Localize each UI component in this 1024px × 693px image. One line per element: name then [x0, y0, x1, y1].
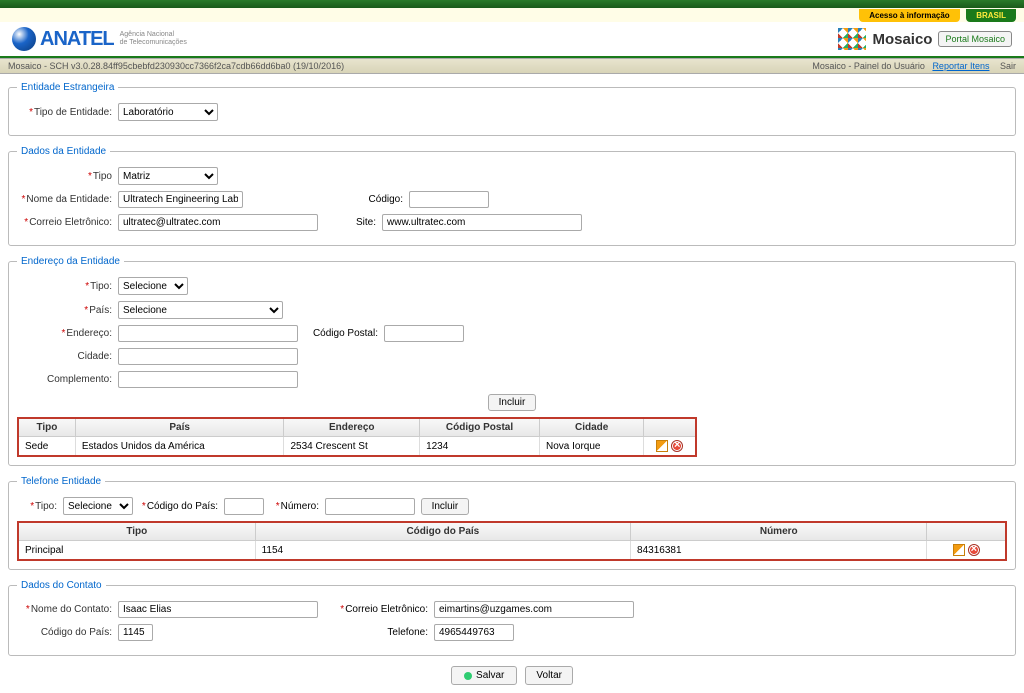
- incluir-endereco-button[interactable]: Incluir: [488, 394, 537, 411]
- save-icon: [464, 672, 472, 680]
- legend-contato: Dados do Contato: [17, 580, 106, 591]
- th-tel-actions: [927, 522, 1006, 541]
- th-actions: [644, 418, 696, 437]
- version-string: Mosaico - SCH v3.0.28.84ff95cbebfd230930…: [8, 61, 344, 71]
- label-end-pais: País:: [17, 305, 112, 316]
- label-telefone-contato: Telefone:: [328, 627, 428, 638]
- th-tel-tipo: Tipo: [18, 522, 255, 541]
- fieldset-dados-entidade: Dados da Entidade Tipo Matriz Nome da En…: [8, 146, 1016, 246]
- input-complemento[interactable]: [118, 371, 298, 388]
- th-pais: País: [75, 418, 284, 437]
- label-nome-contato: Nome do Contato:: [17, 604, 112, 615]
- sair-link[interactable]: Sair: [1000, 61, 1016, 71]
- legend-dados-entidade: Dados da Entidade: [17, 146, 110, 157]
- label-tel-numero: Número:: [264, 501, 319, 512]
- input-correio[interactable]: [118, 214, 318, 231]
- brasil-link[interactable]: BRASIL: [966, 9, 1016, 22]
- table-telefones: Tipo Código do País Número Principal 115…: [17, 521, 1007, 561]
- version-bar: Mosaico - SCH v3.0.28.84ff95cbebfd230930…: [0, 58, 1024, 74]
- fieldset-contato: Dados do Contato Nome do Contato: Correi…: [8, 580, 1016, 656]
- table-row: Sede Estados Unidos da América 2534 Cres…: [18, 437, 696, 457]
- input-end-endereco[interactable]: [118, 325, 298, 342]
- label-cidade: Cidade:: [17, 351, 112, 362]
- label-end-tipo: Tipo:: [17, 281, 112, 292]
- input-telefone-contato[interactable]: [434, 624, 514, 641]
- edit-icon[interactable]: [953, 544, 965, 556]
- incluir-telefone-button[interactable]: Incluir: [421, 498, 470, 515]
- acesso-info-link[interactable]: Acesso à informação: [859, 9, 959, 22]
- input-site[interactable]: [382, 214, 582, 231]
- th-tel-cod: Código do País: [255, 522, 630, 541]
- label-nome-entidade: Nome da Entidade:: [17, 194, 112, 205]
- input-tel-numero[interactable]: [325, 498, 415, 515]
- legend-endereco: Endereço da Entidade: [17, 256, 124, 267]
- report-link[interactable]: Reportar Itens: [932, 61, 989, 71]
- input-codpais-contato[interactable]: [118, 624, 153, 641]
- input-tel-codpais[interactable]: [224, 498, 264, 515]
- table-row: Principal 1154 84316381: [18, 541, 1006, 561]
- input-cidade[interactable]: [118, 348, 298, 365]
- label-codpais-contato: Código do País:: [17, 627, 112, 638]
- table-enderecos: Tipo País Endereço Código Postal Cidade …: [17, 417, 697, 457]
- th-tel-num: Número: [631, 522, 927, 541]
- label-tipo: Tipo: [17, 171, 112, 182]
- th-tipo: Tipo: [18, 418, 75, 437]
- portal-mosaico-button[interactable]: Portal Mosaico: [938, 31, 1012, 47]
- salvar-button[interactable]: Salvar: [451, 666, 517, 685]
- label-codigo: Código:: [343, 194, 403, 205]
- label-tipo-entidade: Tipo de Entidade:: [17, 107, 112, 118]
- fieldset-endereco: Endereço da Entidade Tipo: Selecione Paí…: [8, 256, 1016, 466]
- anatel-subtitle: Agência Nacionalde Telecomunicações: [120, 31, 187, 46]
- th-cidade: Cidade: [540, 418, 644, 437]
- fieldset-telefone: Telefone Entidade Tipo: Selecione Código…: [8, 476, 1016, 570]
- select-tipo-entidade[interactable]: Laboratório: [118, 103, 218, 121]
- anatel-logo-text: ANATEL: [40, 28, 114, 51]
- label-end-endereco: Endereço:: [17, 328, 112, 339]
- select-end-pais[interactable]: Selecione: [118, 301, 283, 319]
- delete-icon[interactable]: [671, 440, 683, 452]
- input-codigo-postal[interactable]: [384, 325, 464, 342]
- label-site: Site:: [336, 217, 376, 228]
- select-tipo[interactable]: Matriz: [118, 167, 218, 185]
- legend-estrangeira: Entidade Estrangeira: [17, 82, 118, 93]
- info-bar: Acesso à informação BRASIL: [0, 8, 1024, 22]
- delete-icon[interactable]: [968, 544, 980, 556]
- label-correio-contato: Correio Eletrônico:: [328, 604, 428, 615]
- select-tel-tipo[interactable]: Selecione: [63, 497, 133, 515]
- label-codigo-postal: Código Postal:: [298, 328, 378, 339]
- input-correio-contato[interactable]: [434, 601, 634, 618]
- fieldset-entidade-estrangeira: Entidade Estrangeira Tipo de Entidade: L…: [8, 82, 1016, 136]
- th-endereco: Endereço: [284, 418, 420, 437]
- edit-icon[interactable]: [656, 440, 668, 452]
- anatel-logo-icon: [12, 27, 36, 51]
- th-cp: Código Postal: [420, 418, 540, 437]
- label-tel-codpais: Código do País:: [133, 501, 218, 512]
- mosaico-text: Mosaico: [872, 31, 932, 48]
- voltar-button[interactable]: Voltar: [525, 666, 573, 685]
- label-correio: Correio Eletrônico:: [17, 217, 112, 228]
- panel-user-text: Mosaico - Painel do Usuário: [812, 61, 925, 71]
- label-complemento: Complemento:: [17, 374, 112, 385]
- label-tel-tipo: Tipo:: [17, 501, 57, 512]
- input-nome-contato[interactable]: [118, 601, 318, 618]
- select-end-tipo[interactable]: Selecione: [118, 277, 188, 295]
- mosaico-logo-icon: [838, 28, 866, 50]
- input-nome-entidade[interactable]: [118, 191, 243, 208]
- input-codigo[interactable]: [409, 191, 489, 208]
- legend-telefone: Telefone Entidade: [17, 476, 105, 487]
